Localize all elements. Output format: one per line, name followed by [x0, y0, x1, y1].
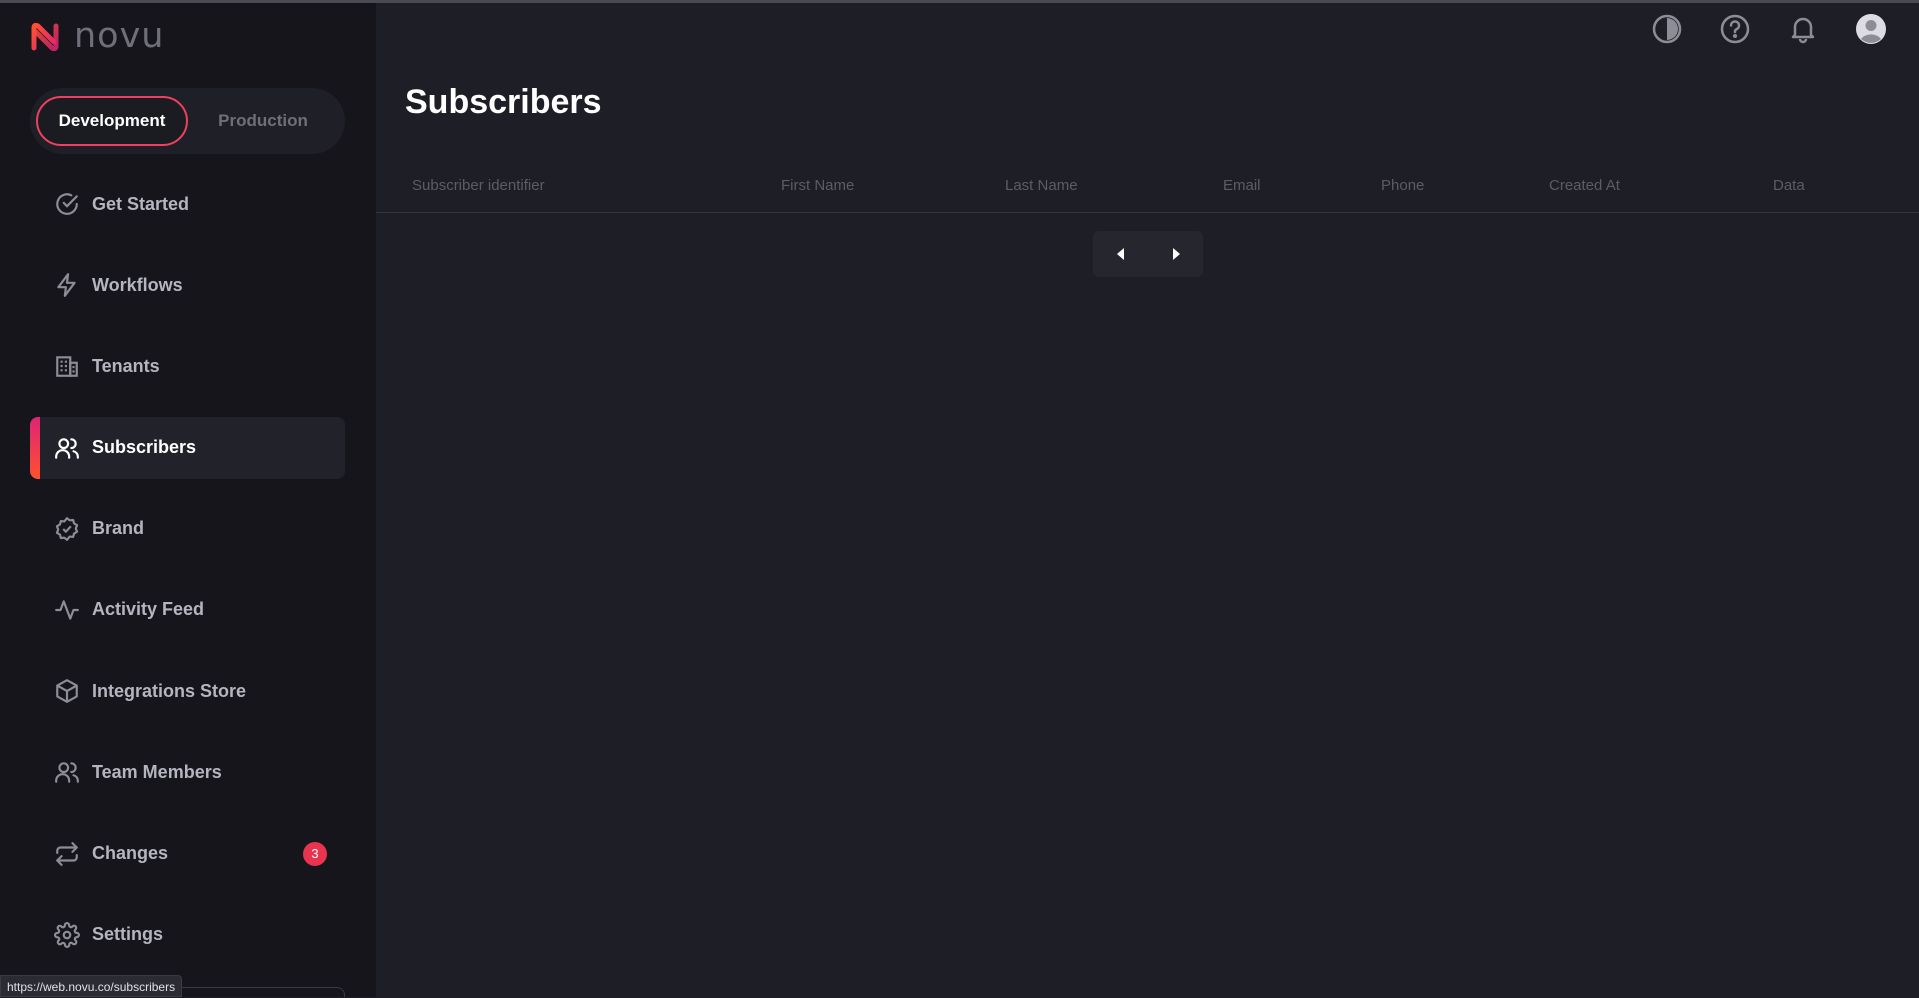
user-avatar-button[interactable]	[1855, 13, 1887, 45]
gear-icon	[54, 921, 80, 948]
box-icon	[54, 678, 80, 704]
bolt-icon	[54, 272, 80, 298]
main-content: Subscribers Subscriber identifier First …	[376, 3, 1919, 997]
app-root: novu Development Production Get Started …	[0, 3, 1919, 997]
environment-switch: Development Production	[30, 88, 345, 154]
previous-page-button[interactable]	[1106, 239, 1136, 269]
sidebar-item-activity-feed[interactable]: Activity Feed	[30, 579, 345, 641]
sidebar-item-label: Settings	[92, 924, 164, 945]
sidebar-item-label: Brand	[92, 518, 145, 539]
column-header-email: Email	[1223, 177, 1261, 194]
next-page-button[interactable]	[1161, 239, 1191, 269]
sidebar-item-subscribers[interactable]: Subscribers	[30, 416, 345, 479]
contrast-icon	[1652, 14, 1682, 44]
check-circle-icon	[54, 191, 80, 217]
sidebar-item-label: Changes	[92, 843, 169, 863]
sidebar-item-team-members[interactable]: Team Members	[30, 741, 345, 803]
sidebar-item-get-started[interactable]: Get Started	[30, 173, 345, 235]
environment-production-button[interactable]: Production	[188, 96, 338, 146]
column-header-first-name: First Name	[781, 177, 855, 194]
sidebar-item-label: Subscribers	[92, 437, 197, 458]
novu-logo-icon	[31, 22, 59, 51]
sidebar-item-label: Workflows	[92, 274, 183, 295]
repeat-icon	[54, 841, 80, 867]
caret-left-icon	[1116, 248, 1124, 260]
sidebar-item-brand[interactable]: Brand	[30, 498, 345, 560]
sidebar-item-label: Tenants	[92, 355, 160, 376]
sidebar-item-integrations-store[interactable]: Integrations Store	[30, 660, 345, 722]
sidebar-item-label: Team Members	[92, 761, 222, 782]
column-header-last-name: Last Name	[1005, 177, 1078, 194]
help-button[interactable]	[1719, 13, 1751, 45]
status-bar-url: https://web.novu.co/subscribers	[0, 975, 183, 997]
team-icon	[54, 759, 80, 785]
theme-toggle-button[interactable]	[1651, 13, 1683, 45]
sidebar-item-tenants[interactable]: Tenants	[30, 335, 345, 397]
sidebar-item-label: Integrations Store	[92, 680, 247, 701]
badge-check-icon	[54, 516, 80, 542]
pagination	[1093, 231, 1203, 277]
environment-development-button[interactable]: Development	[36, 96, 188, 146]
sidebar-item-workflows[interactable]: Workflows	[30, 254, 345, 316]
sidebar-item-changes[interactable]: Changes 3	[30, 823, 345, 885]
avatar-icon	[1856, 14, 1886, 44]
column-header-phone: Phone	[1381, 177, 1425, 194]
page-title: Subscribers	[405, 83, 602, 121]
sidebar-nav: Get Started Workflows Tenants Subscriber…	[30, 173, 345, 985]
notifications-button[interactable]	[1787, 13, 1819, 45]
sidebar-item-label: Get Started	[92, 193, 190, 214]
activity-icon	[54, 597, 80, 623]
bell-icon	[1791, 17, 1815, 44]
caret-right-icon	[1172, 248, 1180, 260]
column-header-data: Data	[1773, 177, 1805, 194]
sidebar: novu Development Production Get Started …	[0, 3, 376, 997]
sidebar-item-label: Activity Feed	[92, 599, 205, 620]
logo[interactable]: novu	[28, 19, 165, 54]
subscribers-table-header: Subscriber identifier First Name Last Na…	[376, 163, 1919, 213]
changes-count-badge: 3	[303, 841, 327, 866]
column-header-subscriber-identifier: Subscriber identifier	[412, 177, 545, 194]
sidebar-item-settings[interactable]: Settings	[30, 904, 345, 966]
header-toolbar	[1651, 13, 1887, 45]
column-header-created-at: Created At	[1549, 177, 1620, 194]
logo-text: novu	[74, 16, 165, 56]
help-icon	[1720, 14, 1750, 44]
users-icon	[54, 435, 80, 461]
building-icon	[54, 353, 80, 379]
